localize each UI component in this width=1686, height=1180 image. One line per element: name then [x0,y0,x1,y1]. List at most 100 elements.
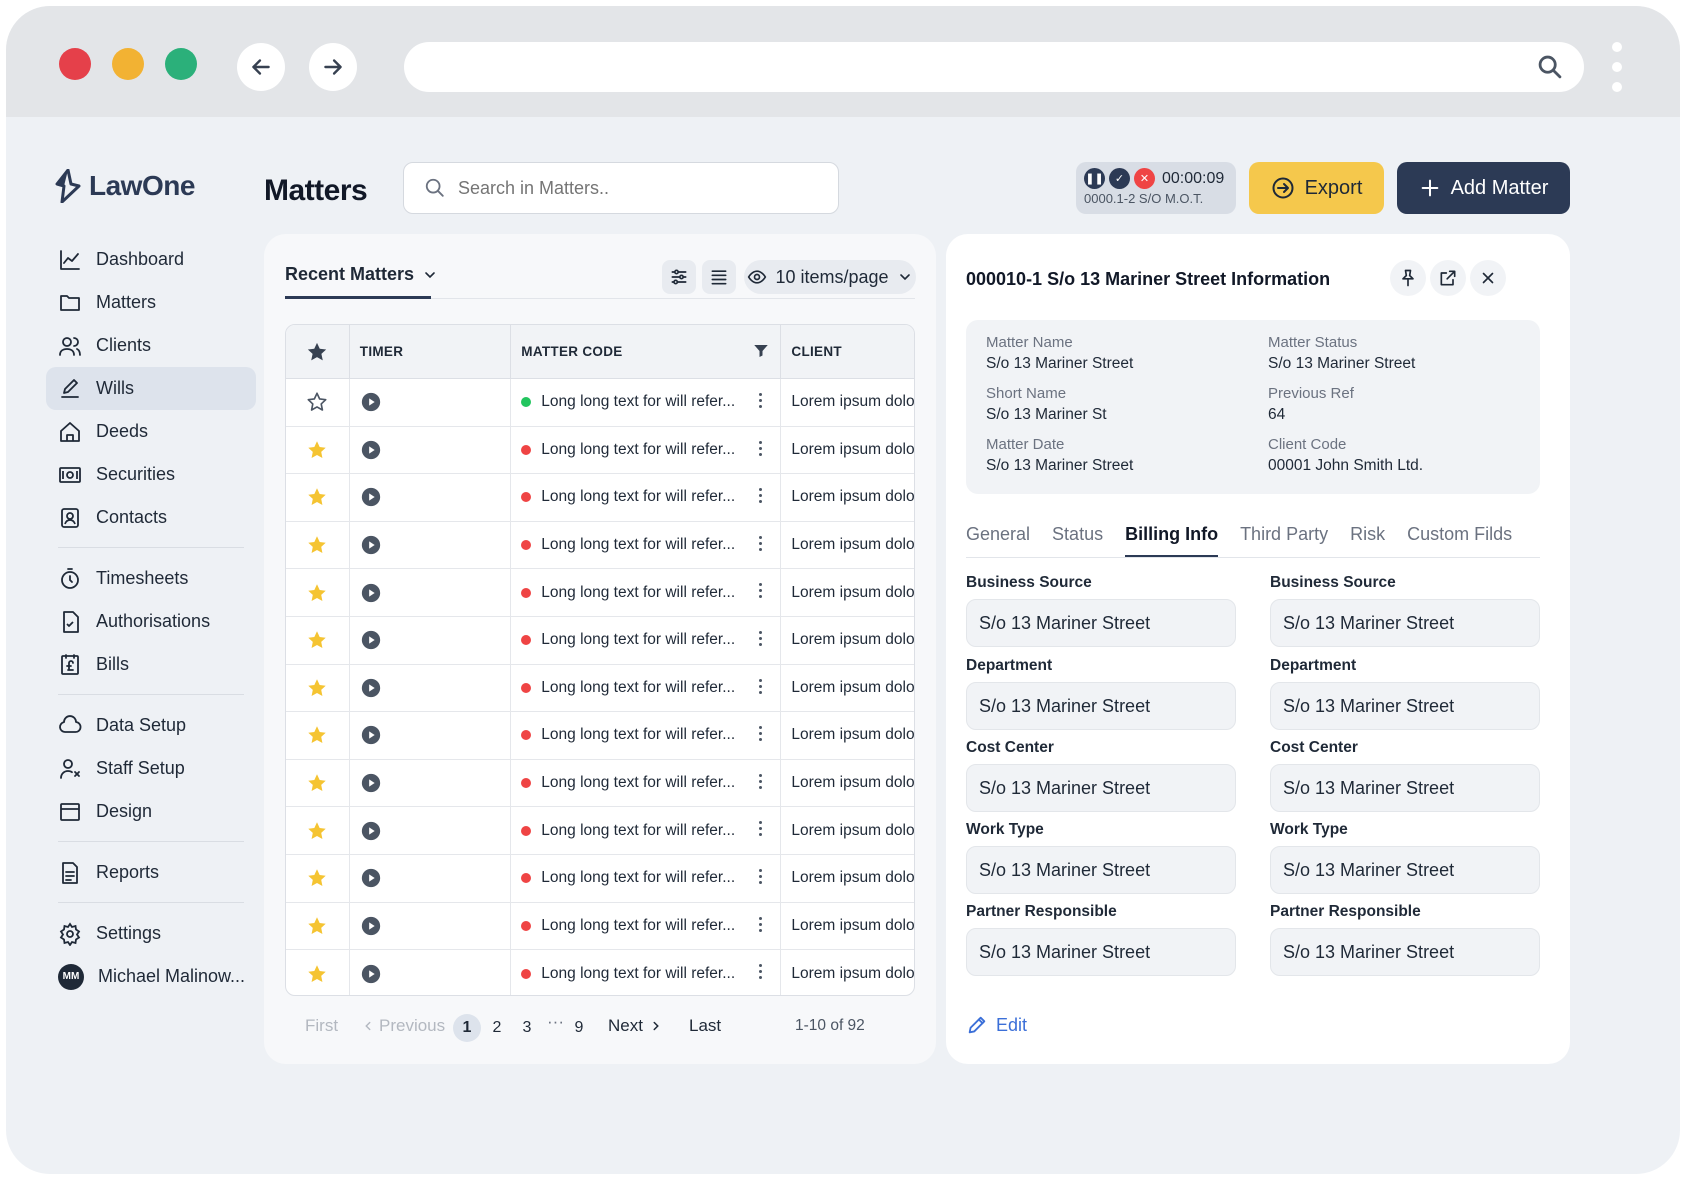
sidebar-item-dashboard[interactable]: Dashboard [46,238,256,281]
play-circle-icon[interactable] [360,439,382,461]
favorite-toggle[interactable] [286,807,350,854]
favorite-toggle[interactable] [286,902,350,950]
work-type-field[interactable]: S/o 13 Mariner Street [1270,846,1540,894]
timer-column-header[interactable]: TIMER [350,325,512,378]
row-menu-icon[interactable] [759,773,763,789]
row-menu-icon[interactable] [759,916,763,932]
favorite-toggle[interactable] [286,569,350,616]
table-row[interactable]: Long long text for will refer... Lorem ip… [286,474,914,522]
play-circle-icon[interactable] [360,820,382,842]
edit-button[interactable]: Edit [966,1014,1027,1036]
play-circle-icon[interactable] [360,724,382,746]
sidebar-item-deeds[interactable]: Deeds [46,410,256,453]
row-menu-icon[interactable] [759,964,763,980]
active-timer-widget[interactable]: ❚❚ ✓ ✕ 00:00:09 0000.1-2 S/O M.O.T. [1076,162,1236,214]
sidebar-item-timesheets[interactable]: Timesheets [46,557,256,600]
sidebar-item-reports[interactable]: Reports [46,851,256,894]
next-page-button[interactable]: Next [608,1016,663,1036]
cost-center-field[interactable]: S/o 13 Mariner Street [1270,764,1540,812]
row-menu-icon[interactable] [759,821,763,837]
sidebar-item-data-setup[interactable]: Data Setup [46,704,256,747]
last-page-button[interactable]: Last [689,1016,721,1036]
minimize-window-dot[interactable] [112,48,144,80]
sidebar-item-securities[interactable]: Securities [46,453,256,496]
add-matter-button[interactable]: Add Matter [1397,162,1570,214]
open-external-button[interactable] [1430,260,1466,296]
favorite-toggle[interactable] [286,950,350,995]
favorite-toggle[interactable] [286,854,350,902]
favorite-toggle[interactable] [286,616,350,664]
forward-button[interactable] [309,43,357,91]
partner-responsible-field[interactable]: S/o 13 Mariner Street [966,928,1236,976]
table-row[interactable]: Long long text for will refer... Lorem ip… [286,569,914,617]
row-menu-icon[interactable] [759,583,763,599]
play-circle-icon[interactable] [360,534,382,556]
tab-custom-fields[interactable]: Custom Filds [1407,524,1512,558]
recent-matters-dropdown[interactable]: Recent Matters [285,264,438,285]
sidebar-item-settings[interactable]: Settings [46,912,256,955]
favorite-toggle[interactable] [286,474,350,521]
pause-icon[interactable]: ❚❚ [1084,168,1105,189]
play-circle-icon[interactable] [360,772,382,794]
play-circle-icon[interactable] [360,629,382,651]
sidebar-item-wills[interactable]: Wills [46,367,256,410]
business-source-field[interactable]: S/o 13 Mariner Street [966,599,1236,647]
tab-risk[interactable]: Risk [1350,524,1385,558]
table-row[interactable]: Long long text for will refer... Lorem ip… [286,807,914,855]
favorite-toggle[interactable] [286,712,350,759]
close-panel-button[interactable] [1470,260,1506,296]
row-menu-icon[interactable] [759,440,763,456]
favorite-toggle[interactable] [286,426,350,474]
business-source-field[interactable]: S/o 13 Mariner Street [1270,599,1540,647]
list-view-button[interactable] [702,260,736,294]
filter-icon[interactable] [752,342,770,360]
play-circle-icon[interactable] [360,582,382,604]
favorite-toggle[interactable] [286,664,350,712]
play-circle-icon[interactable] [360,486,382,508]
address-bar[interactable] [404,42,1584,92]
favorite-toggle[interactable] [286,379,350,426]
table-row[interactable]: Long long text for will refer... Lorem ip… [286,616,914,665]
favorite-toggle[interactable] [286,521,350,569]
table-row[interactable]: Long long text for will refer... Lorem ip… [286,521,914,570]
sidebar-user-profile[interactable]: MM Michael Malinow... [46,955,256,998]
page-1-button[interactable]: 1 [453,1014,481,1042]
row-menu-icon[interactable] [759,535,763,551]
cost-center-field[interactable]: S/o 13 Mariner Street [966,764,1236,812]
app-logo[interactable]: LawOne [55,169,195,203]
stop-icon[interactable]: ✕ [1134,168,1155,189]
filter-settings-button[interactable] [662,260,696,294]
sidebar-item-contacts[interactable]: Contacts [46,496,256,539]
sidebar-item-design[interactable]: Design [46,790,256,833]
play-circle-icon[interactable] [360,963,382,985]
table-row[interactable]: Long long text for will refer... Lorem ip… [286,902,914,951]
back-button[interactable] [237,43,285,91]
work-type-field[interactable]: S/o 13 Mariner Street [966,846,1236,894]
export-button[interactable]: Export [1249,162,1384,214]
favorite-column-header[interactable] [286,325,350,378]
search-box[interactable] [403,162,839,214]
row-menu-icon[interactable] [759,726,763,742]
close-window-dot[interactable] [59,48,91,80]
favorite-toggle[interactable] [286,759,350,807]
row-menu-icon[interactable] [759,488,763,504]
department-field[interactable]: S/o 13 Mariner Street [966,682,1236,730]
row-menu-icon[interactable] [759,868,763,884]
sidebar-item-authorisations[interactable]: Authorisations [46,600,256,643]
matter-code-column-header[interactable]: MATTER CODE [511,325,782,378]
tab-general[interactable]: General [966,524,1030,558]
client-column-header[interactable]: CLIENT [781,325,914,378]
row-menu-icon[interactable] [759,678,763,694]
browser-menu-icon[interactable] [1612,42,1622,92]
table-row[interactable]: Long long text for will refer... Lorem ip… [286,950,914,995]
table-row[interactable]: Long long text for will refer... Lorem ip… [286,759,914,808]
sidebar-item-bills[interactable]: Bills [46,643,256,686]
tab-status[interactable]: Status [1052,524,1103,558]
table-row[interactable]: Long long text for will refer... Lorem ip… [286,379,914,427]
play-circle-icon[interactable] [360,391,382,413]
page-2-button[interactable]: 2 [483,1014,511,1042]
partner-responsible-field[interactable]: S/o 13 Mariner Street [1270,928,1540,976]
search-input[interactable] [458,177,818,199]
sidebar-item-matters[interactable]: Matters [46,281,256,324]
sidebar-item-staff-setup[interactable]: Staff Setup [46,747,256,790]
